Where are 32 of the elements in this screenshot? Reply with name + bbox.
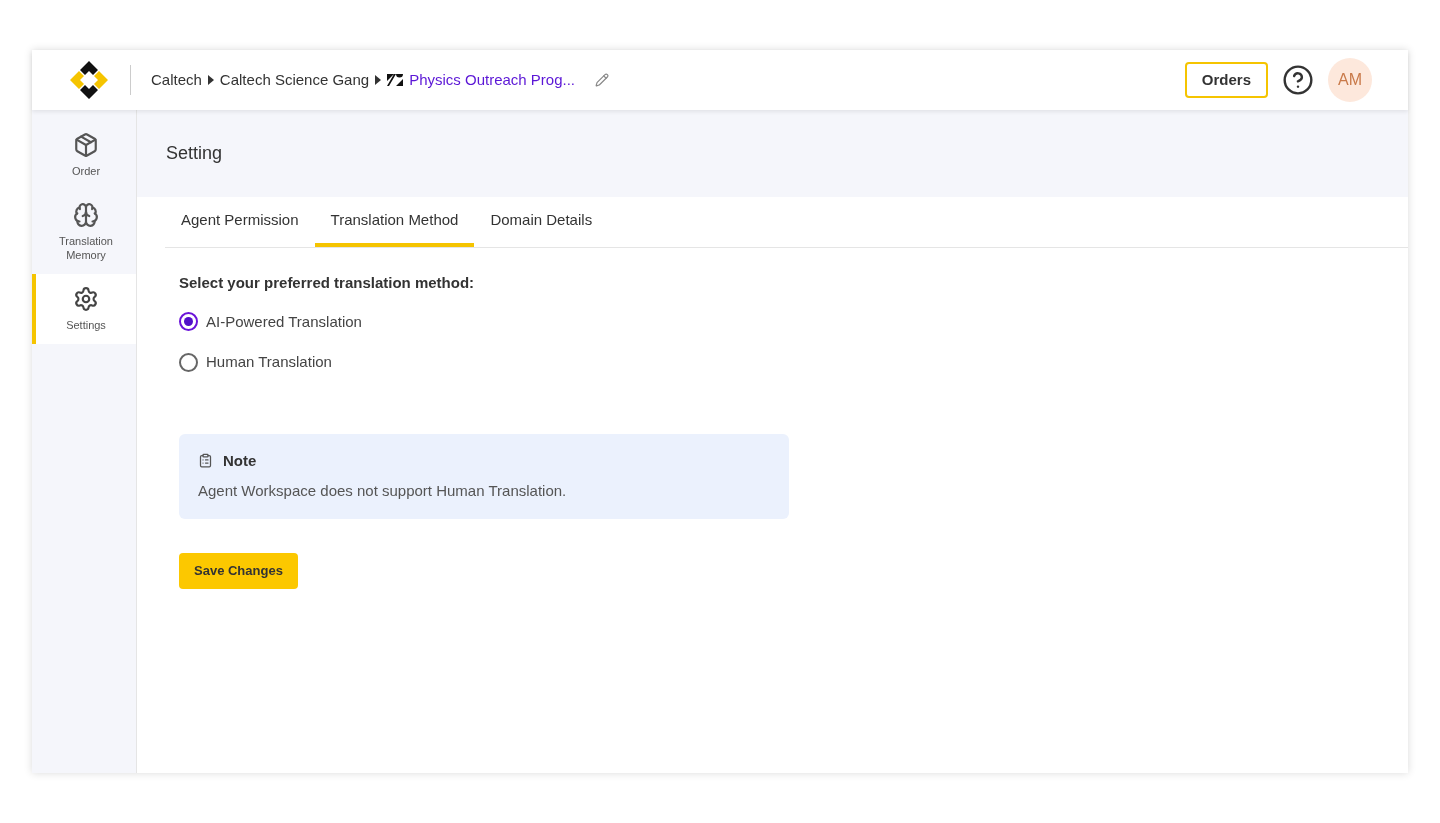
logo-icon bbox=[68, 59, 110, 101]
orders-button[interactable]: Orders bbox=[1184, 62, 1268, 98]
breadcrumb-item[interactable]: Caltech Science Gang bbox=[219, 68, 370, 92]
settings-icon bbox=[73, 286, 99, 312]
clipboard-icon bbox=[198, 453, 213, 469]
edit-icon[interactable] bbox=[595, 73, 610, 87]
tab[interactable]: Domain Details bbox=[474, 208, 609, 247]
save-button[interactable]: Save Changes bbox=[179, 552, 298, 589]
radio-option[interactable]: Human Translation bbox=[179, 351, 332, 374]
caret-icon bbox=[375, 75, 382, 85]
help-icon[interactable] bbox=[1282, 64, 1314, 96]
z-logo-icon bbox=[387, 74, 404, 86]
tab[interactable]: Agent Permission bbox=[165, 208, 315, 247]
brain-icon bbox=[73, 202, 99, 228]
radio-option[interactable]: AI-Powered Translation bbox=[179, 310, 362, 333]
sidebar-label: Translation Memory bbox=[58, 234, 114, 262]
prompt-text: Select your preferred translation method: bbox=[179, 273, 476, 293]
tab[interactable]: Translation Method bbox=[314, 208, 475, 247]
sidebar-label: Settings bbox=[65, 318, 107, 332]
breadcrumb-item[interactable]: Caltech bbox=[151, 68, 202, 92]
radio-button[interactable] bbox=[179, 312, 198, 332]
page-title: Setting bbox=[166, 142, 223, 165]
radio-button[interactable] bbox=[179, 352, 198, 372]
box-icon bbox=[73, 132, 99, 158]
note-text: Agent Workspace does not support Human Translation. bbox=[198, 481, 568, 501]
note-title: Note bbox=[223, 450, 257, 471]
breadcrumb-link[interactable]: Physics Outreach Prog... bbox=[409, 68, 576, 92]
caret-icon bbox=[207, 75, 214, 85]
sidebar-item[interactable]: Order bbox=[32, 120, 136, 190]
sidebar-label: Order bbox=[70, 164, 102, 178]
sidebar-item[interactable]: Settings bbox=[32, 274, 136, 344]
sidebar-item[interactable]: Translation Memory bbox=[32, 190, 136, 274]
